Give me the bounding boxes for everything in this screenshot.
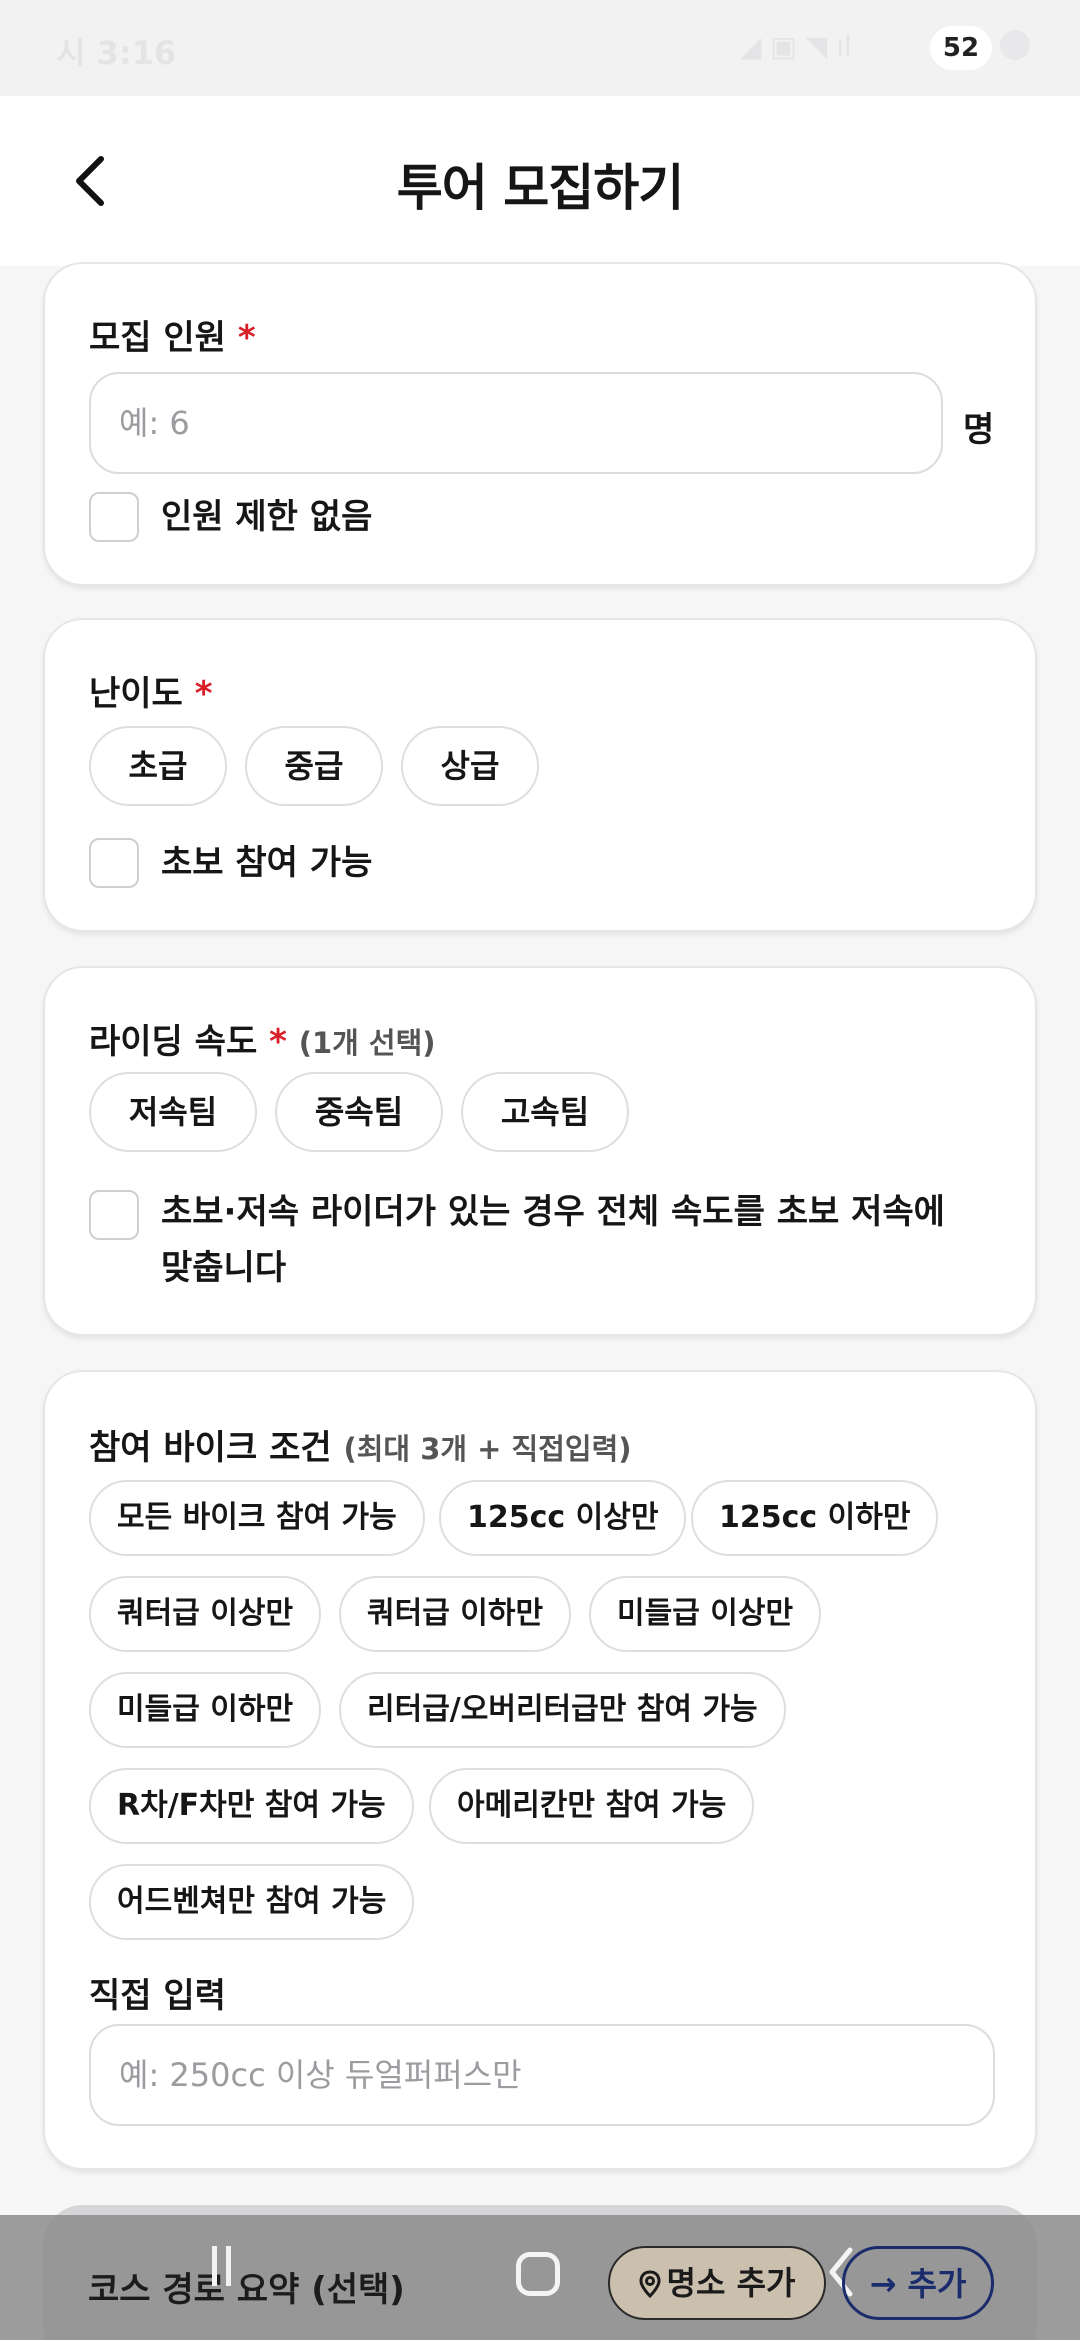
difficulty-chip-beginner[interactable]: 초급 (89, 726, 227, 806)
page-title: 투어 모집하기 (396, 159, 684, 217)
required-mark: * (237, 318, 256, 358)
speed-card: 라이딩 속도 * (1개 선택) 저속팀 중속팀 고속팀 초보·저속 라이더가 … (43, 966, 1037, 1336)
difficulty-card: 난이도 * 초급 중급 상급 초보 참여 가능 (43, 618, 1037, 932)
bike-condition-label: 참여 바이크 조건 (최대 3개 + 직접입력) (89, 1428, 632, 1468)
bike-chip-middle-above[interactable]: 미들급 이상만 (589, 1576, 822, 1652)
bike-chip-125-below[interactable]: 125cc 이하만 (691, 1480, 939, 1556)
capacity-label: 모집 인원 * (89, 318, 256, 358)
difficulty-label: 난이도 * (89, 674, 213, 714)
unlimited-capacity-label: 인원 제한 없음 (161, 497, 373, 537)
capacity-unit: 명 (963, 410, 995, 450)
bike-chip-adventure[interactable]: 어드벤쳐만 참여 가능 (89, 1864, 415, 1940)
app-header: 투어 모집하기 (0, 96, 1080, 266)
bike-chip-middle-below[interactable]: 미들급 이하만 (89, 1672, 322, 1748)
status-dot-icon (1000, 30, 1030, 60)
bike-condition-hint: (최대 3개 + 직접입력) (343, 1432, 632, 1466)
recent-apps-button[interactable] (212, 2246, 252, 2300)
match-slow-speed-checkbox[interactable] (89, 1190, 139, 1240)
beginner-allowed-label: 초보 참여 가능 (161, 843, 373, 883)
required-mark: * (269, 1022, 287, 1062)
add-course-button[interactable]: → 추가 (842, 2246, 994, 2320)
bike-chip-quarter-above[interactable]: 쿼터급 이상만 (89, 1576, 322, 1652)
speed-label: 라이딩 속도 * (1개 선택) (89, 1022, 436, 1062)
capacity-input[interactable]: 예: 6 (89, 372, 943, 474)
status-bar: 시 3:16 ◢ ▣ ◥ ıl 52 (0, 0, 1080, 96)
bike-chip-rf[interactable]: R차/F차만 참여 가능 (89, 1768, 414, 1844)
speed-chip-medium[interactable]: 중속팀 (275, 1072, 443, 1152)
match-slow-speed-label-line1: 초보·저속 라이더가 있는 경우 전체 속도를 초보 저속에 (161, 1192, 945, 1232)
bike-chip-quarter-below[interactable]: 쿼터급 이하만 (339, 1576, 572, 1652)
match-slow-speed-label-line2: 맞춥니다 (161, 1248, 287, 1288)
bike-chip-all[interactable]: 모든 바이크 참여 가능 (89, 1480, 425, 1556)
bike-chip-liter[interactable]: 리터급/오버리터급만 참여 가능 (339, 1672, 786, 1748)
bike-chip-125-above[interactable]: 125cc 이상만 (439, 1480, 687, 1556)
status-time: 시 3:16 (56, 34, 177, 72)
difficulty-chip-intermediate[interactable]: 중급 (245, 726, 383, 806)
custom-input-label: 직접 입력 (89, 1976, 226, 2016)
battery-indicator: 52 (930, 26, 992, 70)
unlimited-capacity-checkbox[interactable] (89, 492, 139, 542)
difficulty-chip-advanced[interactable]: 상급 (401, 726, 539, 806)
capacity-card: 모집 인원 * 예: 6 명 인원 제한 없음 (43, 262, 1037, 586)
status-icons: ◢ ▣ ◥ ıl (740, 30, 852, 63)
speed-chip-slow[interactable]: 저속팀 (89, 1072, 257, 1152)
required-mark: * (194, 674, 213, 714)
home-button[interactable] (516, 2252, 560, 2296)
speed-hint: (1개 선택) (298, 1026, 436, 1060)
bike-condition-card: 참여 바이크 조건 (최대 3개 + 직접입력) 모든 바이크 참여 가능 12… (43, 1370, 1037, 2170)
add-place-button[interactable]: 명소 추가 (608, 2246, 826, 2320)
location-pin-icon (639, 2270, 661, 2299)
bike-chip-american[interactable]: 아메리칸만 참여 가능 (429, 1768, 755, 1844)
speed-chip-fast[interactable]: 고속팀 (461, 1072, 629, 1152)
custom-condition-input[interactable]: 예: 250cc 이상 듀얼퍼퍼스만 (89, 2024, 995, 2126)
beginner-allowed-checkbox[interactable] (89, 838, 139, 888)
